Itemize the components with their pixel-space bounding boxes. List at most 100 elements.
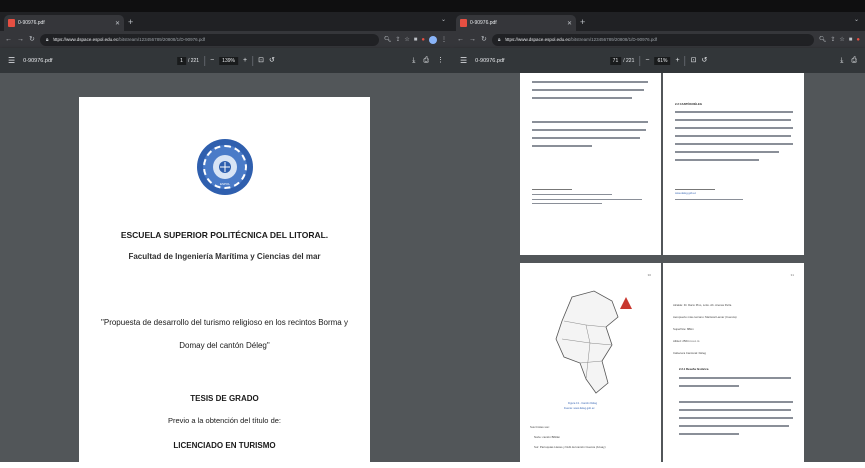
zoom-indicator-icon[interactable]: 🔍︎ xyxy=(384,36,392,43)
pdf-document-title: 0-90976.pdf xyxy=(475,57,505,64)
pdf-page-upper-left xyxy=(520,73,661,255)
degree-prefix: Previo a la obtención del título de: xyxy=(168,416,281,425)
zoom-indicator-icon[interactable]: 🔍︎ xyxy=(819,36,827,43)
canton-map-figure xyxy=(555,290,632,394)
zoom-in-button[interactable]: + xyxy=(243,57,247,65)
new-tab-button[interactable]: + xyxy=(580,16,585,28)
extensions-area: 🔍︎ ⇪ ☆ ■ ● ⋮ xyxy=(384,35,447,44)
extension-icon[interactable]: ■ xyxy=(414,37,418,43)
os-top-bar xyxy=(0,0,865,12)
page-total: / 221 xyxy=(623,57,635,64)
page-number-input[interactable]: 1 xyxy=(177,56,186,65)
tab-search-icon[interactable]: ⌄ xyxy=(441,16,446,23)
new-tab-button[interactable]: + xyxy=(128,16,133,28)
browser-tab[interactable]: 0-90976.pdf ✕ xyxy=(456,15,576,31)
pdf-viewer[interactable]: ESPOL ESCUELA SUPERIOR POLITÉCNICA DEL L… xyxy=(0,73,452,462)
page-marker: 30 xyxy=(647,273,651,277)
browser-window-left: 0-90976.pdf ✕ + ⌄ ← → ↻ 🔒︎ https://www.d… xyxy=(0,12,452,462)
browser-tab[interactable]: 0-90976.pdf ✕ xyxy=(4,15,124,31)
pdf-viewer[interactable]: 2.2 CANTÓN DÉLEG www.deleg.gob.ec 30 Fig… xyxy=(452,73,865,462)
heading-history: 2.2.1 Reseña histórica xyxy=(679,367,709,371)
url-text: https://www.dspace.espol.edu.ec/bitstrea… xyxy=(504,37,658,42)
download-icon[interactable]: ⤓ xyxy=(840,57,843,65)
browser-menu-icon[interactable]: ⋮ xyxy=(441,36,447,43)
close-tab-icon[interactable]: ✕ xyxy=(567,20,572,27)
footnote-link[interactable]: www.deleg.gob.ec xyxy=(675,192,696,195)
print-icon[interactable]: ⎙ xyxy=(423,57,429,65)
limits-label: Sus límites son: xyxy=(530,425,550,429)
limit-north: Norte: cantón Biblián xyxy=(534,435,560,439)
reload-icon[interactable]: ↻ xyxy=(29,35,35,45)
zoom-input[interactable]: 61% xyxy=(654,56,671,65)
zoom-input[interactable]: 139% xyxy=(219,56,238,65)
zoom-out-button[interactable]: − xyxy=(645,57,649,65)
pdf-toolbar-center: 1 / 221 − 139% + ⊡ ↺ xyxy=(177,55,275,66)
download-icon[interactable]: ⤓ xyxy=(412,57,415,65)
extensions-area: 🔍︎ ⇪ ☆ ■ ● xyxy=(819,36,860,44)
info-area: Superficie: 88km xyxy=(673,327,694,331)
forward-icon[interactable]: → xyxy=(469,35,476,45)
info-capital: Cabecera Cantonal: Déleg xyxy=(673,351,706,355)
thesis-title-line-1: "Propuesta de desarrollo del turismo rel… xyxy=(101,318,348,327)
red-extension-icon[interactable]: ● xyxy=(856,37,860,43)
browser-window-right: 0-90976.pdf ✕ + ⌄ ← → ↻ 🔒︎ https://www.d… xyxy=(452,12,865,462)
pdf-toolbar-right: ⤓ ⎙ ⋮ xyxy=(412,57,444,65)
address-bar: ← → ↻ 🔒︎ https://www.dspace.espol.edu.ec… xyxy=(0,31,452,48)
pdf-toolbar: ☰ 0-90976.pdf 71 / 221 − 61% + ⊡ ↺ ⤓ ⎙ xyxy=(452,48,865,73)
fit-page-icon[interactable]: ⊡ xyxy=(258,57,264,65)
toolbar-divider xyxy=(639,55,641,66)
institution-name: ESCUELA SUPERIOR POLITÉCNICA DEL LITORAL… xyxy=(120,230,329,240)
lock-icon: 🔒︎ xyxy=(45,36,49,43)
fit-page-icon[interactable]: ⊡ xyxy=(691,57,697,65)
red-extension-icon[interactable]: ● xyxy=(421,37,425,43)
close-tab-icon[interactable]: ✕ xyxy=(115,20,120,27)
url-input[interactable]: 🔒︎ https://www.dspace.espol.edu.ec/bitst… xyxy=(39,33,379,46)
more-options-icon[interactable]: ⋮ xyxy=(437,57,444,65)
address-bar: ← → ↻ 🔒︎ https://www.dspace.espol.edu.ec… xyxy=(452,31,865,48)
page-selector: 1 / 221 xyxy=(177,56,200,65)
forward-icon[interactable]: → xyxy=(17,35,24,45)
share-icon[interactable]: ⇪ xyxy=(395,36,400,43)
heading-canton: 2.2 CANTÓN DÉLEG xyxy=(675,102,703,106)
page-selector: 71 / 221 xyxy=(609,56,635,65)
rotate-icon[interactable]: ↺ xyxy=(701,57,707,65)
url-text: https://www.dspace.espol.edu.ec/bitstrea… xyxy=(52,37,206,42)
extension-icon[interactable]: ■ xyxy=(849,37,853,43)
pdf-page-info: 31 Alcalde: Dr. Darío Pino, Lcdo. Ab. Ar… xyxy=(663,263,804,462)
bookmark-star-icon[interactable]: ☆ xyxy=(404,36,409,43)
pdf-favicon-icon xyxy=(8,19,15,27)
pdf-page-map: 30 Figura 13 - Cantón Déleg Fuente: www.… xyxy=(520,263,661,462)
toolbar-divider xyxy=(252,55,254,66)
pdf-menu-icon[interactable]: ☰ xyxy=(8,56,15,65)
zoom-in-button[interactable]: + xyxy=(675,57,679,65)
profile-avatar[interactable] xyxy=(429,35,437,44)
zoom-out-button[interactable]: − xyxy=(210,57,214,65)
toolbar-divider xyxy=(204,55,206,66)
rotate-icon[interactable]: ↺ xyxy=(269,57,275,65)
limit-south: Sur: Parroquias Llacao y Nulti del cantó… xyxy=(534,445,606,449)
pdf-favicon-icon xyxy=(460,19,467,27)
degree-name: LICENCIADO EN TURISMO xyxy=(173,441,276,450)
pdf-page-cover: ESPOL ESCUELA SUPERIOR POLITÉCNICA DEL L… xyxy=(79,97,370,462)
map-caption-source: Fuente: www.deleg.gob.ec xyxy=(564,407,595,410)
tab-strip: 0-90976.pdf ✕ + ⌄ xyxy=(452,12,865,31)
bookmark-star-icon[interactable]: ☆ xyxy=(839,36,844,43)
info-alcalde: Alcalde: Dr. Darío Pino, Lcdo. Ab. Arena… xyxy=(673,303,732,307)
page-marker: 31 xyxy=(790,273,794,277)
reload-icon[interactable]: ↻ xyxy=(481,35,487,45)
page-total: / 221 xyxy=(187,57,200,64)
tab-strip: 0-90976.pdf ✕ + ⌄ xyxy=(0,12,452,31)
pdf-document-title: 0-90976.pdf xyxy=(23,57,53,64)
url-input[interactable]: 🔒︎ https://www.dspace.espol.edu.ec/bitst… xyxy=(491,33,814,46)
thesis-title-line-2: Domay del cantón Déleg" xyxy=(179,341,270,350)
pdf-toolbar-right: ⤓ ⎙ xyxy=(840,57,857,65)
pdf-menu-icon[interactable]: ☰ xyxy=(460,56,467,65)
back-icon[interactable]: ← xyxy=(457,35,464,45)
pdf-toolbar: ☰ 0-90976.pdf 1 / 221 − 139% + ⊡ ↺ ⤓ ⎙ ⋮ xyxy=(0,48,452,73)
info-airport: Aeropuerto más cercano: Mariscal Lamar (… xyxy=(673,315,737,319)
page-number-input[interactable]: 71 xyxy=(609,56,622,65)
tab-search-icon[interactable]: ⌄ xyxy=(854,16,859,23)
print-icon[interactable]: ⎙ xyxy=(851,57,857,65)
share-icon[interactable]: ⇪ xyxy=(830,36,835,43)
back-icon[interactable]: ← xyxy=(5,35,12,45)
